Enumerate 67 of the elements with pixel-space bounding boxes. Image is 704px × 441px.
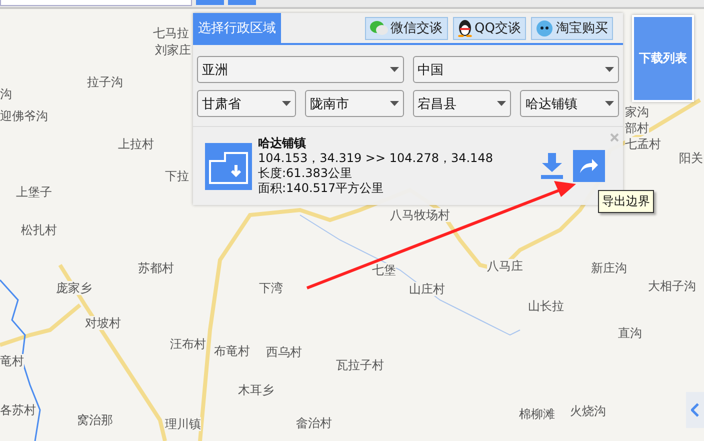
region-select[interactable]: 宕昌县 xyxy=(412,90,512,117)
region-name: 哈达铺镇 xyxy=(258,136,307,151)
place-label: 上堡子 xyxy=(16,185,52,199)
place-label: 直沟 xyxy=(618,326,642,340)
area-text: 面积:140.517平方公里 xyxy=(258,181,385,196)
place-label: 部村 xyxy=(625,121,649,135)
place-label: 理川镇 xyxy=(165,417,201,431)
share-button[interactable] xyxy=(573,150,605,182)
close-icon[interactable] xyxy=(610,133,619,142)
place-label: 西乌村 xyxy=(266,345,302,359)
place-label: 竜村 xyxy=(0,354,24,368)
region-select[interactable]: 亚洲 xyxy=(197,56,404,83)
round-face-icon xyxy=(536,20,553,36)
contact-button[interactable]: 微信交谈 xyxy=(364,16,448,40)
place-label: 山庄村 xyxy=(409,282,445,296)
chevron-left-icon xyxy=(691,403,699,417)
region-select[interactable]: 哈达铺镇 xyxy=(520,90,619,117)
collapse-button[interactable] xyxy=(686,392,704,428)
place-label: 下拉 xyxy=(165,169,189,183)
place-label: 上拉村 xyxy=(118,137,154,151)
caret-icon xyxy=(497,101,506,106)
place-label: 七堡 xyxy=(372,263,396,277)
place-label: 畲治村 xyxy=(296,416,332,430)
place-label: 七孟村 xyxy=(625,137,661,151)
tooltip: 导出边界 xyxy=(598,190,654,213)
place-label: 八马牧场村 xyxy=(390,208,450,222)
caret-icon xyxy=(282,101,291,106)
place-label: 家沟 xyxy=(625,105,649,119)
contact-button[interactable]: 淘宝购买 xyxy=(531,16,613,40)
caret-icon xyxy=(390,67,398,72)
coordinates-text: 104.153，34.319 >> 104.278，34.148 xyxy=(258,151,493,166)
region-select[interactable]: 陇南市 xyxy=(304,90,404,117)
caret-icon xyxy=(605,67,614,72)
contact-button[interactable]: QQ交谈 xyxy=(452,16,526,40)
folder-download-icon xyxy=(205,142,252,190)
place-label: 火烧沟 xyxy=(570,404,606,418)
penguin-icon xyxy=(458,20,472,36)
region-select[interactable]: 中国 xyxy=(412,56,619,83)
download-icon[interactable] xyxy=(541,153,563,179)
place-label: 大相子沟 xyxy=(648,279,696,293)
place-label: 木耳乡 xyxy=(238,383,274,397)
place-label: 阳关 xyxy=(679,151,703,165)
length-text: 长度:61.383公里 xyxy=(258,166,354,181)
place-label: 松扎村 xyxy=(21,223,57,237)
place-label: 沟 xyxy=(0,87,12,101)
place-label: 山长拉 xyxy=(528,299,564,313)
place-label: 布竜村 xyxy=(214,344,250,358)
place-label: 迎佛爷沟 xyxy=(0,109,48,123)
place-label: 苏都村 xyxy=(138,261,174,275)
place-label: 对坡村 xyxy=(85,316,121,330)
place-label: 窝治那 xyxy=(77,413,113,427)
caret-icon xyxy=(390,101,398,106)
share-arrow-icon xyxy=(579,158,599,174)
place-label: 各苏村 xyxy=(0,403,36,417)
region-select[interactable]: 甘肃省 xyxy=(197,90,296,117)
caret-icon xyxy=(605,101,614,106)
place-label: 刘家庄 xyxy=(155,43,191,57)
place-label: 新庄沟 xyxy=(591,261,627,275)
place-label: 瓦拉子村 xyxy=(336,358,384,372)
place-label: 庞家乡 xyxy=(56,281,92,295)
place-label: 棉柳滩 xyxy=(519,407,555,421)
place-label: 下湾 xyxy=(259,281,283,295)
place-label: 七马拉 xyxy=(153,26,189,40)
place-label: 八马庄 xyxy=(487,259,523,273)
place-label: 汪布村 xyxy=(170,337,206,351)
chat-bubbles-icon xyxy=(370,21,388,35)
place-label: 拉子沟 xyxy=(87,75,123,89)
